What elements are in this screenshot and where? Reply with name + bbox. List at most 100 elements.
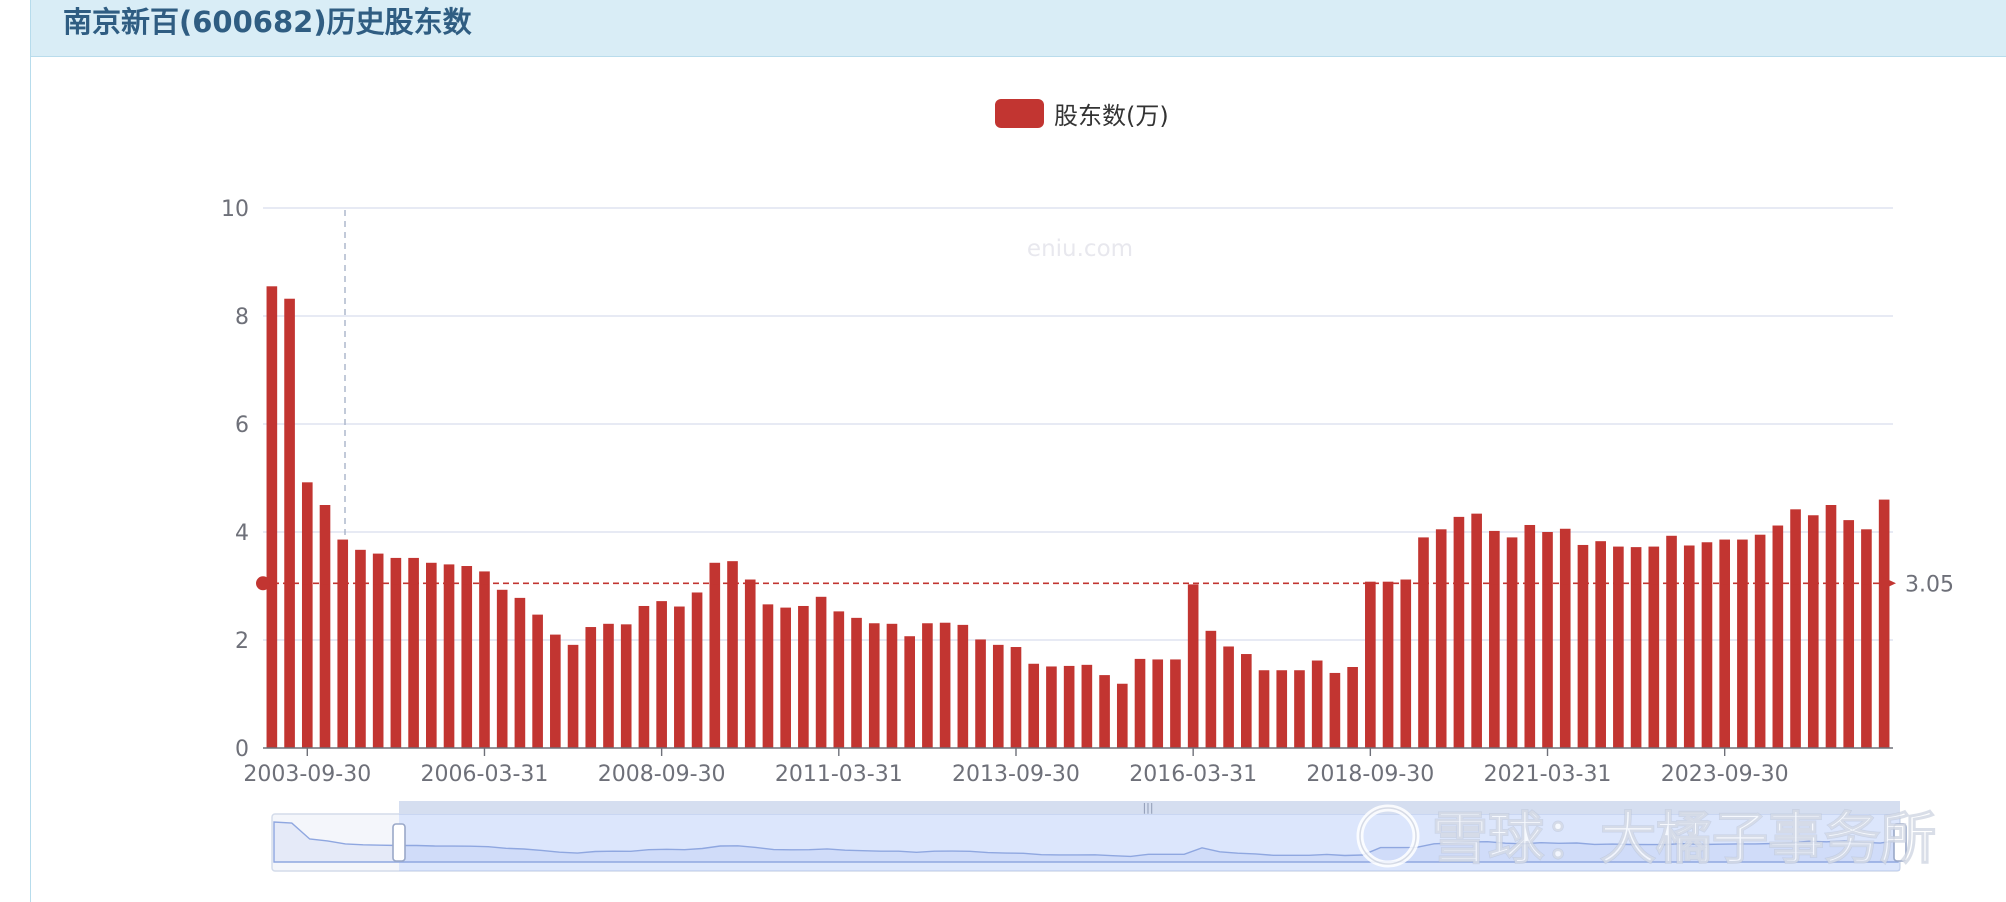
bar[interactable] [1223,646,1234,748]
bar[interactable] [868,623,880,748]
bar[interactable] [674,606,685,748]
bar[interactable] [1099,675,1110,748]
bar[interactable] [1418,537,1429,748]
bar[interactable] [514,597,526,748]
bar[interactable] [780,607,791,748]
bar[interactable] [1382,581,1394,748]
bar[interactable] [1241,654,1252,748]
bar[interactable] [744,579,756,748]
bar[interactable] [1506,537,1518,748]
bar[interactable] [337,539,349,748]
bar[interactable] [904,636,915,748]
bar[interactable] [1471,513,1482,748]
bar[interactable] [1187,584,1199,748]
bar[interactable] [1524,524,1536,748]
bar[interactable] [1400,579,1412,748]
x-tick-label: 2023-09-30 [1661,762,1789,787]
bar[interactable] [1861,529,1872,748]
bar[interactable] [833,611,845,748]
bar[interactable] [1790,509,1801,748]
bar[interactable] [1294,670,1305,748]
bar[interactable] [1081,664,1093,748]
bar[interactable] [1010,647,1022,748]
bar[interactable] [709,562,721,748]
bar[interactable] [603,623,614,748]
bar[interactable] [408,557,419,748]
bar[interactable] [1595,541,1606,748]
bar[interactable] [992,644,1004,748]
bar[interactable] [1701,542,1713,748]
bar[interactable] [1648,546,1660,748]
bar[interactable] [1613,546,1624,748]
bar[interactable] [1825,505,1837,748]
bar[interactable] [1807,515,1819,748]
bar[interactable] [1754,534,1766,748]
bar[interactable] [567,644,579,748]
bar[interactable] [886,623,898,748]
bar[interactable] [939,622,951,748]
bar[interactable] [1843,520,1855,748]
average-markline: 3.05 [256,572,1954,597]
bar[interactable] [656,601,667,748]
bar[interactable] [532,614,543,748]
bar[interactable] [479,571,490,748]
bar[interactable] [1116,683,1128,748]
bar[interactable] [762,604,774,748]
bar[interactable] [266,286,278,748]
bar[interactable] [496,589,508,748]
bar[interactable] [443,564,455,748]
bar[interactable] [1489,530,1500,748]
bar[interactable] [1311,660,1323,748]
bar[interactable] [1170,659,1181,748]
bar[interactable] [1365,581,1376,748]
datazoom-left-handle[interactable] [392,823,406,862]
bar[interactable] [1453,516,1465,748]
bar[interactable] [1666,535,1677,748]
bar[interactable] [461,566,473,748]
bar[interactable] [550,634,561,748]
bar-series[interactable] [266,286,1890,749]
bar[interactable] [815,596,827,748]
bar[interactable] [1878,499,1890,748]
x-tick-label: 2003-09-30 [243,762,371,787]
bar[interactable] [1347,667,1358,748]
bar[interactable] [355,549,366,748]
bar[interactable] [975,639,986,748]
bar[interactable] [1772,525,1784,748]
bar[interactable] [1134,658,1146,748]
bar[interactable] [691,592,703,748]
bar[interactable] [1028,663,1040,748]
bar[interactable] [1719,539,1730,748]
bar[interactable] [851,617,862,748]
bar[interactable] [301,482,313,748]
bar[interactable] [1737,539,1748,748]
bar[interactable] [620,624,632,748]
bar[interactable] [922,623,933,748]
bar[interactable] [585,627,597,748]
bar[interactable] [1276,670,1288,748]
bar[interactable] [1046,666,1057,748]
bar[interactable] [798,605,809,748]
bar[interactable] [1205,630,1217,748]
bar[interactable] [1329,672,1341,748]
bar[interactable] [1258,670,1270,748]
bar[interactable] [426,562,437,748]
datazoom-grip-icon[interactable]: ||| [1142,801,1153,814]
bar[interactable] [1152,659,1164,748]
bar[interactable] [727,561,738,748]
bar[interactable] [1683,545,1695,749]
bar[interactable] [1577,544,1589,748]
bar[interactable] [390,557,402,748]
bar[interactable] [319,505,331,748]
x-tick-label: 2008-09-30 [598,762,726,787]
bar[interactable] [284,298,295,748]
bar[interactable] [1542,532,1553,748]
bar[interactable] [1630,547,1642,748]
bar[interactable] [1435,529,1447,748]
x-tick-label: 2011-03-31 [775,762,903,787]
y-tick-label: 10 [221,197,249,222]
bar[interactable] [1559,528,1571,748]
bar[interactable] [957,624,969,748]
bar[interactable] [1063,665,1075,748]
bar[interactable] [638,605,650,748]
